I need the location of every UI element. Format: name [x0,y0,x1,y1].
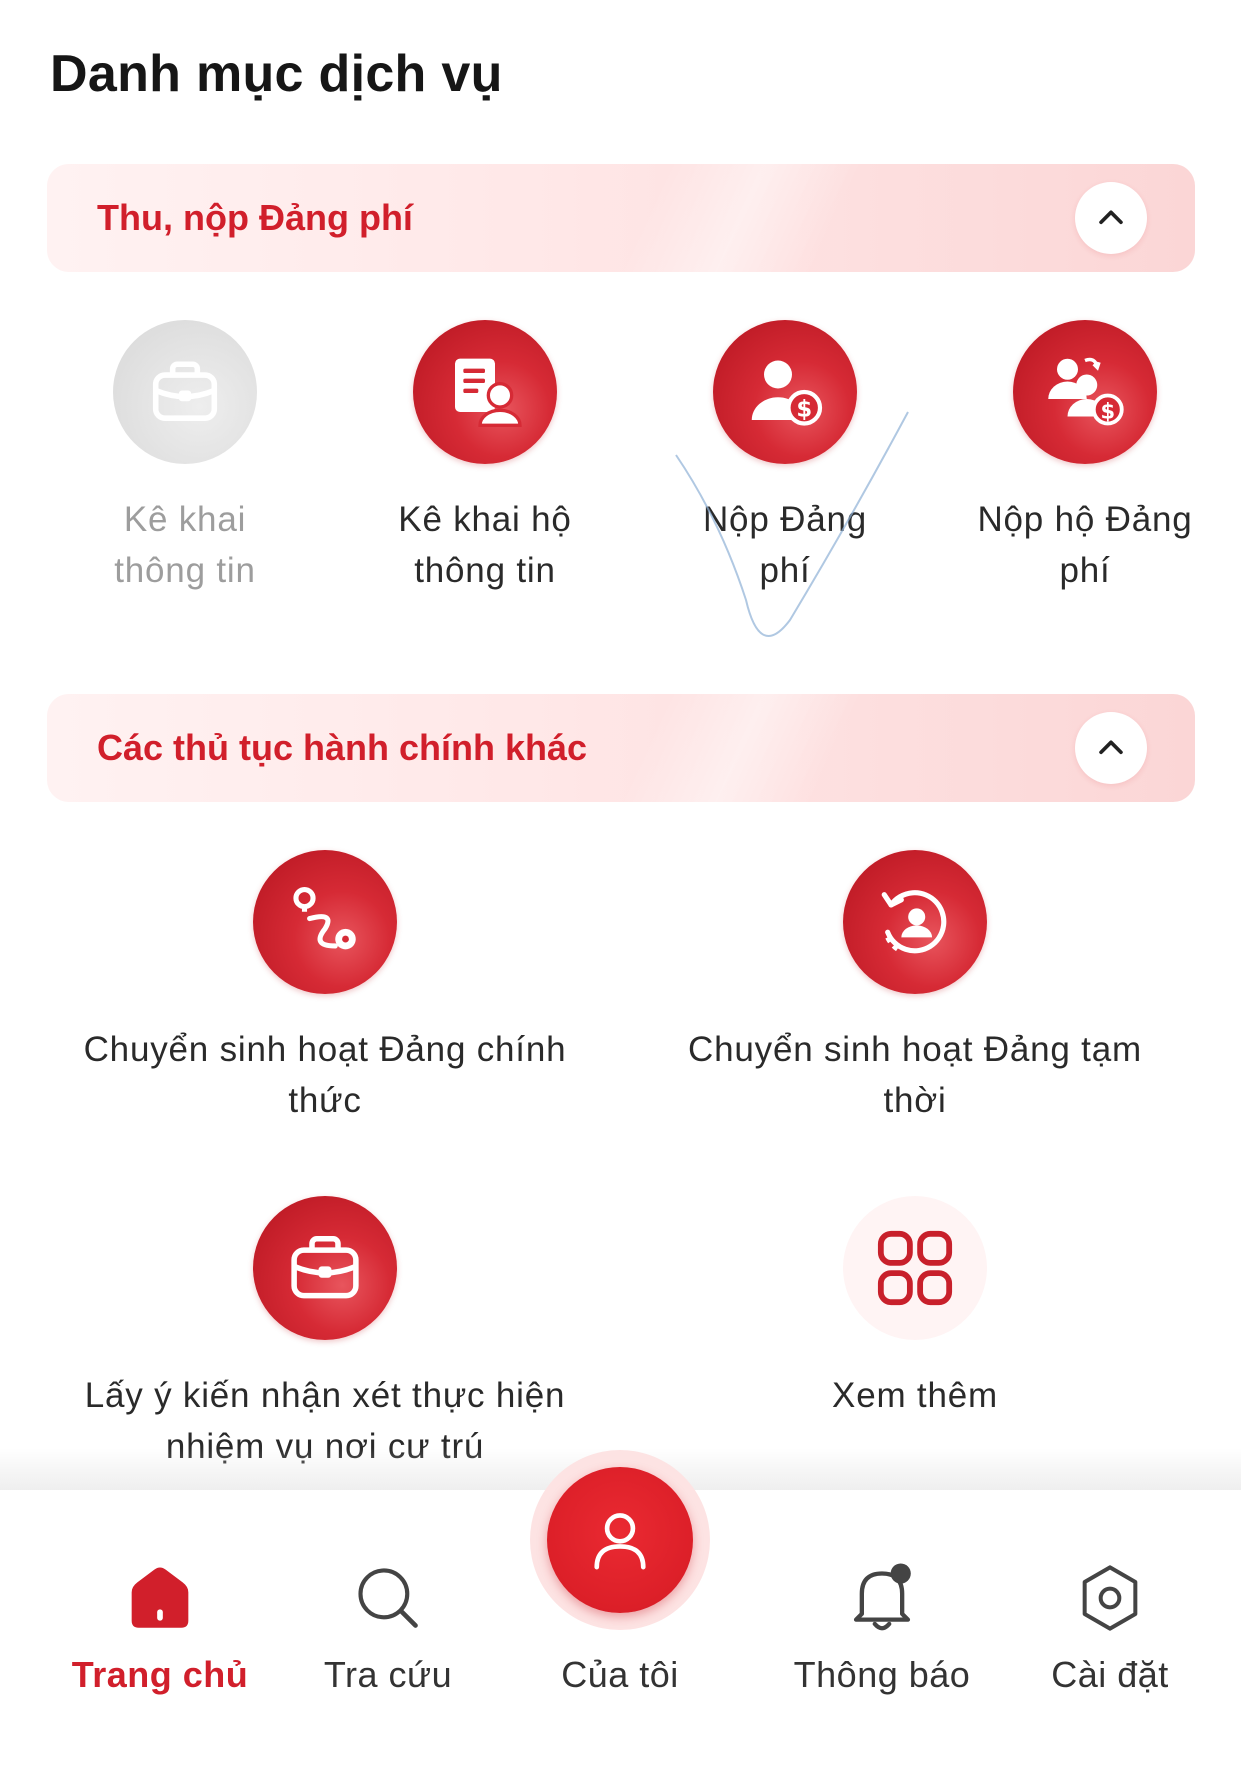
center-action-button[interactable] [547,1467,693,1613]
service-transfer-temporary[interactable]: Chuyển sinh hoạt Đảng tạm thời [655,850,1175,1126]
section-header-party-fee[interactable]: Thu, nộp Đảng phí [47,164,1195,272]
tab-label: Cài đặt [1051,1654,1169,1695]
svg-text:$: $ [796,397,812,423]
service-icon-circle [843,1196,987,1340]
service-pay-fee-on-behalf[interactable]: $ Nộp hộ Đảng phí [975,320,1195,596]
service-label: Xem thêm [832,1376,998,1415]
tab-label: Trang chủ [71,1654,249,1695]
user-rotate-icon [881,890,947,954]
bell-icon [847,1560,917,1636]
tab-settings[interactable]: Cài đặt [990,1560,1230,1696]
service-label: Nộp Đảng phí [702,500,867,590]
grid-icon [877,1230,953,1306]
service-icon-circle [253,850,397,994]
tab-my-account-button[interactable] [530,1450,710,1630]
service-see-more[interactable]: Xem thêm [655,1196,1175,1421]
briefcase-icon [291,1235,359,1299]
users-dollar-icon: $ [1048,357,1124,426]
service-icon-circle [843,850,987,994]
chevron-up-icon [1099,210,1123,225]
section-title: Thu, nộp Đảng phí [97,197,413,238]
service-transfer-official[interactable]: Chuyển sinh hoạt Đảng chính thức [55,850,595,1126]
briefcase-icon [152,361,218,421]
service-icon-circle [413,320,557,464]
chevron-up-icon [1099,740,1123,755]
collapse-button[interactable] [1075,182,1147,254]
service-pay-fee[interactable]: $ Nộp Đảng phí [675,320,895,596]
service-label: Chuyển sinh hoạt Đảng tạm thời [688,1030,1142,1120]
tab-notifications[interactable]: Thông báo [762,1560,1002,1696]
section-title: Các thủ tục hành chính khác [97,727,588,768]
tab-label: Thông báo [793,1654,971,1695]
collapse-button[interactable] [1075,712,1147,784]
service-label: Chuyển sinh hoạt Đảng chính thức [83,1030,567,1120]
home-icon [126,1560,194,1636]
service-label: Kê khai hộ thông tin [398,500,572,590]
svg-text:$: $ [1100,399,1115,423]
user-dollar-icon: $ [751,360,823,426]
document-user-icon [455,358,522,427]
tab-label-my-account: Của tôi [561,1654,679,1695]
settings-icon [1078,1560,1142,1636]
search-icon [355,1560,421,1636]
service-declare-info[interactable]: Kê khai thông tin [85,320,285,596]
service-icon-circle: $ [713,320,857,464]
user-icon [594,1513,646,1570]
service-icon-circle [113,320,257,464]
service-catalog-screen: Danh mục dịch vụ Thu, nộp Đảng phí Kê kh… [0,0,1241,1774]
tab-label: Tra cứu [323,1654,453,1695]
service-icon-circle: $ [1013,320,1157,464]
service-icon-circle [253,1196,397,1340]
page-title: Danh mục dịch vụ [50,45,503,103]
service-label: Nộp hộ Đảng phí [977,500,1193,590]
service-label: Kê khai thông tin [114,500,256,590]
service-declare-on-behalf[interactable]: Kê khai hộ thông tin [385,320,585,596]
section-header-other-procedures[interactable]: Các thủ tục hành chính khác [47,694,1195,802]
tab-search[interactable]: Tra cứu [268,1560,508,1696]
service-residence-review[interactable]: Lấy ý kiến nhận xét thực hiện nhiệm vụ n… [55,1196,595,1472]
route-icon [293,886,356,950]
tab-home[interactable]: Trang chủ [40,1560,280,1696]
